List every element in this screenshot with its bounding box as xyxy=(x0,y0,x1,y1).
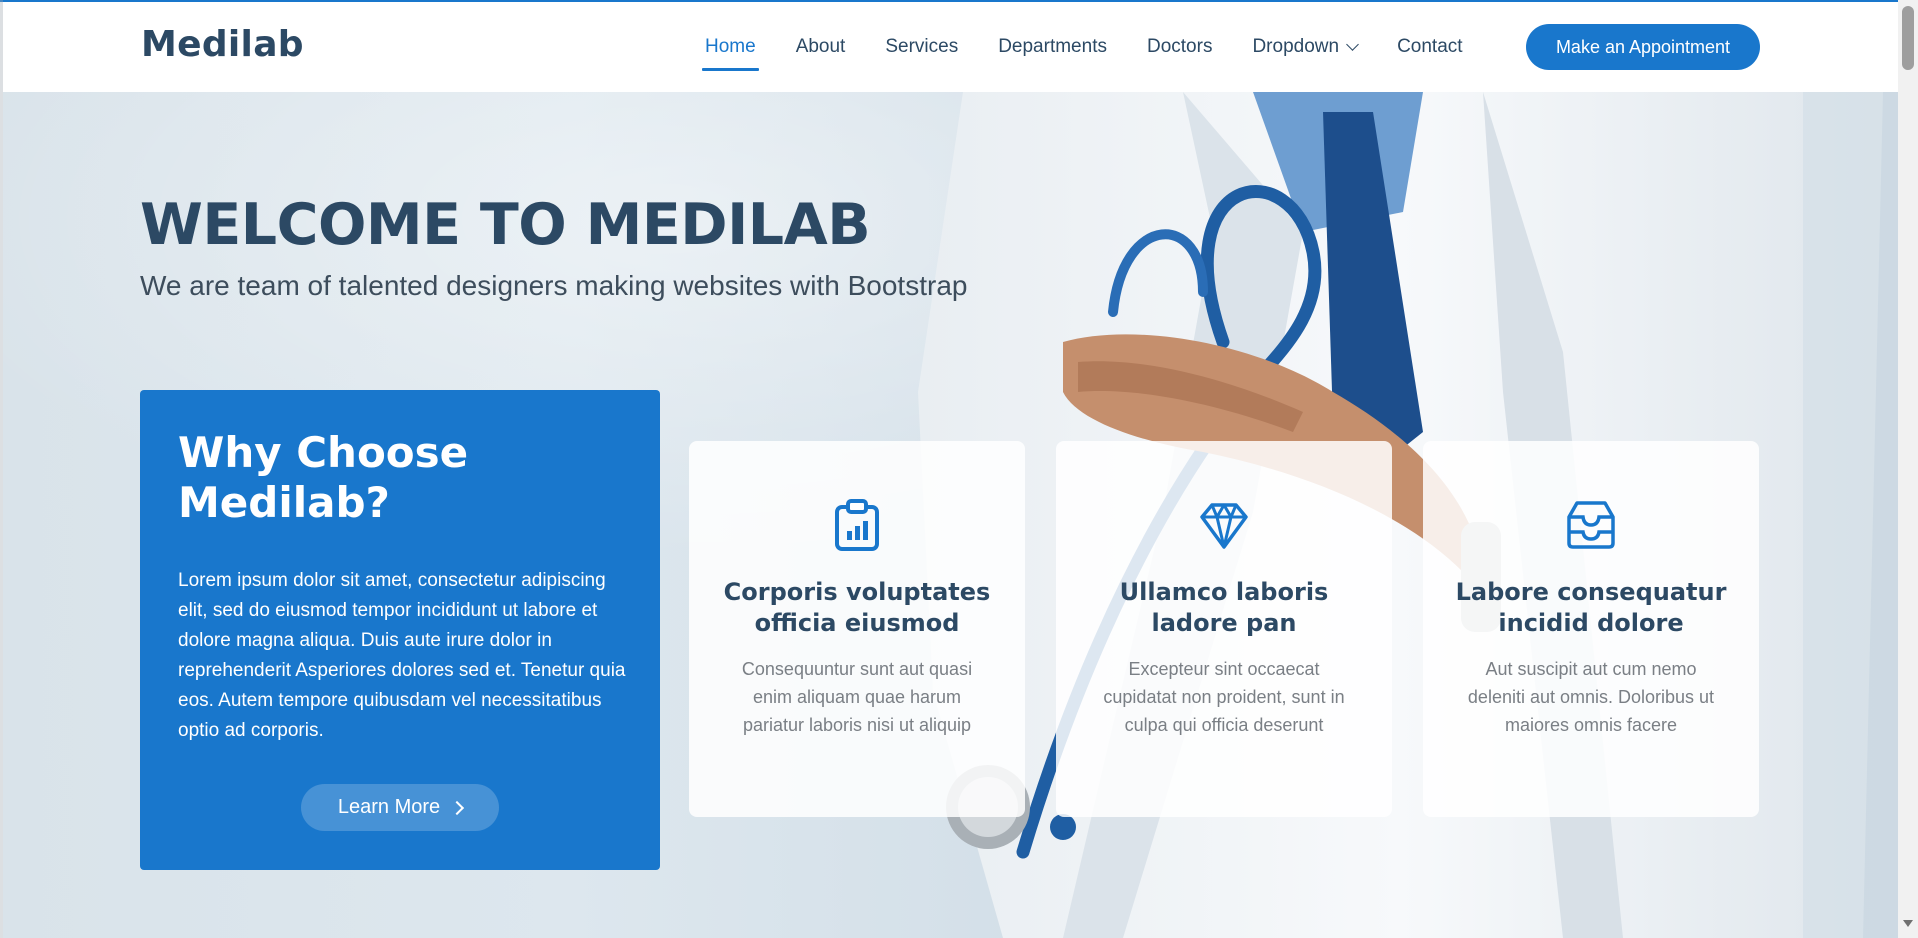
nav-home[interactable]: Home xyxy=(702,36,759,71)
feature-card-title: Ullamco laboris ladore pan xyxy=(1119,578,1329,637)
nav-about[interactable]: About xyxy=(796,36,846,58)
hero-title: WELCOME TO MEDILAB xyxy=(140,192,871,258)
nav-doctors[interactable]: Doctors xyxy=(1147,36,1212,58)
nav-dropdown[interactable]: Dropdown xyxy=(1252,36,1359,58)
hero-section: WELCOME TO MEDILAB We are team of talent… xyxy=(3,92,1898,938)
window-left-edge xyxy=(0,0,3,938)
chevron-right-icon xyxy=(450,800,465,815)
why-choose-box: Why Choose Medilab? Lorem ipsum dolor si… xyxy=(140,390,660,870)
nav-dropdown-label: Dropdown xyxy=(1252,36,1340,57)
learn-more-button[interactable]: Learn More xyxy=(301,784,499,831)
feature-card-title: Labore consequatur incidid dolore xyxy=(1455,578,1727,637)
feature-card-title: Corporis voluptates officia eiusmod xyxy=(723,578,991,637)
scrollbar-thumb[interactable] xyxy=(1902,6,1914,70)
site-logo[interactable]: Medilab xyxy=(141,24,304,65)
gem-icon xyxy=(1200,503,1248,549)
make-appointment-button[interactable]: Make an Appointment xyxy=(1526,24,1760,70)
nav-contact[interactable]: Contact xyxy=(1397,36,1462,58)
feature-card-text: Consequuntur sunt aut quasi enim aliquam… xyxy=(741,659,973,735)
clipboard-data-icon xyxy=(835,499,879,551)
feature-card: Labore consequatur incidid dolore Aut su… xyxy=(1423,441,1759,817)
inbox-icon xyxy=(1567,501,1615,549)
why-choose-text: Lorem ipsum dolor sit amet, consectetur … xyxy=(178,570,626,741)
feature-card-text: Aut suscipit aut cum nemo deleniti aut o… xyxy=(1467,659,1715,735)
feature-card: Corporis voluptates officia eiusmod Cons… xyxy=(689,441,1025,817)
feature-card: Ullamco laboris ladore pan Excepteur sin… xyxy=(1056,441,1392,817)
why-choose-title: Why Choose Medilab? xyxy=(178,428,469,527)
nav-departments[interactable]: Departments xyxy=(998,36,1107,58)
chevron-down-icon xyxy=(1346,38,1359,51)
learn-more-label: Learn More xyxy=(337,796,441,818)
feature-card-text: Excepteur sint occaecat cupidatat non pr… xyxy=(1103,659,1345,735)
scroll-down-arrow-icon[interactable] xyxy=(1903,920,1913,927)
main-nav: Home About Services Departments Doctors … xyxy=(702,2,1503,92)
site-header: Medilab Home About Services Departments … xyxy=(3,2,1898,92)
hero-subtitle: We are team of talented designers making… xyxy=(140,270,968,301)
nav-services[interactable]: Services xyxy=(885,36,958,58)
vertical-scrollbar[interactable] xyxy=(1898,0,1918,938)
